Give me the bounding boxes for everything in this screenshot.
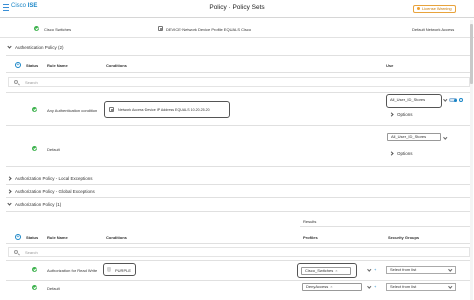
column-status: Status	[26, 63, 39, 68]
security-group-icon	[107, 267, 111, 272]
column-security-groups: Security Groups	[388, 235, 420, 240]
profile-tag[interactable]: DenyAccess ×	[302, 283, 362, 291]
profile-name: Cisco_Switches	[305, 268, 334, 273]
divider	[6, 125, 470, 126]
section-title: Authorization Policy (1)	[15, 201, 62, 207]
column-use: Use	[386, 63, 394, 68]
authorization-policy-header[interactable]: Authorization Policy (1)	[7, 200, 62, 208]
divider	[6, 260, 470, 261]
divider	[300, 226, 470, 227]
column-conditions: Conditions	[106, 63, 127, 68]
policy-set-condition: DEVICE·Network Device Profile EQUALS Cis…	[166, 27, 252, 32]
chevron-down-icon[interactable]	[443, 135, 448, 140]
options-toggle[interactable]: Options	[389, 151, 413, 156]
column-rule-name: Rule Name	[47, 235, 68, 240]
chevron-down-icon[interactable]	[443, 97, 448, 102]
rule-name[interactable]: Default	[47, 147, 60, 152]
check-circle-icon	[32, 146, 37, 151]
column-profiles: Profiles	[303, 235, 318, 240]
add-profile-icon[interactable]: +	[374, 284, 376, 289]
authorization-search-row[interactable]: Search	[8, 247, 470, 257]
profile-callout[interactable]: Cisco_Switches ×	[297, 263, 357, 278]
condition-icon	[158, 26, 163, 31]
section-title: Authentication Policy (2)	[15, 44, 64, 50]
security-group-select[interactable]: Select from list	[386, 283, 456, 291]
chevron-right-icon	[7, 175, 12, 181]
add-profile-icon[interactable]: +	[374, 267, 376, 272]
rule-name[interactable]: Any Authentication condition	[47, 108, 97, 113]
divider	[6, 166, 470, 167]
chevron-down-icon	[7, 201, 12, 206]
identity-store-select[interactable]: All_User_ID_Stores	[390, 97, 438, 105]
chevron-right-icon	[389, 112, 394, 117]
divider	[6, 243, 470, 244]
allowed-protocols[interactable]: Default Network Access	[412, 27, 454, 32]
top-bar: Cisco ISE Policy · Policy Sets License W…	[0, 0, 474, 18]
condition-icon	[109, 107, 114, 112]
page-title: Policy · Policy Sets	[209, 4, 265, 11]
search-placeholder: Search	[25, 80, 38, 85]
global-exceptions-header[interactable]: Authorization Policy - Global Exceptions	[7, 187, 95, 195]
authentication-policy-header[interactable]: Authentication Policy (2)	[7, 43, 64, 51]
divider	[6, 197, 470, 198]
divider	[6, 184, 470, 185]
condition-callout[interactable]: Network Access·Device IP Address EQUALS …	[104, 101, 230, 118]
divider	[6, 280, 470, 281]
divider	[6, 72, 470, 73]
options-label: Options	[397, 151, 413, 156]
authentication-search-row[interactable]: Search	[8, 77, 470, 87]
chevron-down-icon[interactable]	[367, 267, 372, 272]
license-warning-badge[interactable]: License Warning	[413, 5, 456, 13]
identity-store-select[interactable]: All_User_ID_Stores	[387, 133, 441, 141]
profile-name: DenyAccess	[306, 284, 329, 289]
policy-set-row: Cisco Switches DEVICE·Network Device Pro…	[0, 20, 474, 38]
column-rule-name: Rule Name	[47, 63, 68, 68]
column-conditions: Conditions	[106, 235, 127, 240]
chevron-down-icon	[7, 44, 12, 49]
toggle-icon[interactable]	[449, 98, 457, 103]
options-label: Options	[397, 112, 413, 117]
profile-tag[interactable]: Cisco_Switches ×	[301, 267, 351, 275]
warning-dot-icon	[417, 7, 420, 10]
rule-condition: PURPLE	[115, 268, 132, 273]
add-rule-button[interactable]: +	[15, 234, 21, 240]
check-circle-icon	[34, 26, 39, 31]
rule-condition: Network Access·Device IP Address EQUALS …	[118, 108, 210, 112]
check-circle-icon	[32, 107, 37, 112]
policy-set-name: Cisco Switches	[44, 27, 72, 32]
search-icon	[14, 250, 18, 254]
condition-callout[interactable]: PURPLE	[103, 263, 136, 276]
check-circle-icon	[32, 267, 37, 272]
license-warning-label: License Warning	[422, 6, 452, 11]
rule-name[interactable]: Authorization for Read Write	[47, 268, 97, 273]
gear-icon[interactable]	[459, 98, 463, 102]
section-title: Authorization Policy - Local Exceptions	[15, 175, 93, 181]
scrollbar-thumb[interactable]	[470, 24, 473, 84]
check-circle-icon	[32, 285, 37, 290]
rule-name[interactable]: Default	[47, 286, 60, 291]
divider	[6, 211, 470, 212]
section-title: Authorization Policy - Global Exceptions	[15, 188, 95, 194]
options-toggle[interactable]: Options	[389, 112, 413, 117]
chevron-right-icon	[7, 188, 12, 194]
remove-tag-icon[interactable]: ×	[330, 284, 332, 289]
search-icon	[14, 80, 18, 84]
chevron-right-icon	[389, 151, 394, 156]
remove-tag-icon[interactable]: ×	[335, 268, 337, 273]
add-rule-button[interactable]: +	[15, 62, 21, 68]
divider	[6, 92, 470, 93]
results-label: Results	[303, 219, 317, 224]
security-group-select[interactable]: Select from list	[386, 266, 456, 274]
chevron-down-icon[interactable]	[367, 284, 372, 289]
vertical-scrollbar[interactable]	[470, 20, 473, 300]
local-exceptions-header[interactable]: Authorization Policy - Local Exceptions	[7, 174, 93, 182]
column-status: Status	[26, 235, 39, 240]
use-callout[interactable]: All_User_ID_Stores	[386, 94, 442, 108]
search-placeholder: Search	[25, 250, 38, 255]
divider	[6, 55, 470, 56]
